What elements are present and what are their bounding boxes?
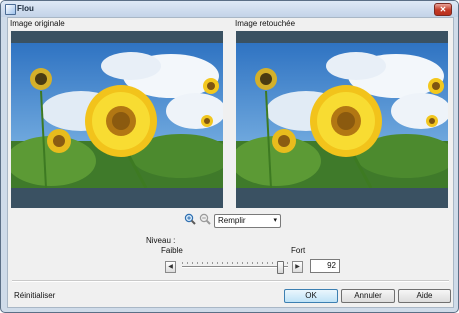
dialog-window: Flou ✕ Image originale Image retouchée R… [0,0,459,313]
level-slider[interactable] [182,261,288,274]
close-button[interactable]: ✕ [434,3,452,16]
retouched-image-label: Image retouchée [235,19,296,28]
level-increase-button[interactable]: ▶ [292,261,303,273]
app-icon [5,4,16,15]
level-decrease-button[interactable]: ◀ [165,261,176,273]
chevron-down-icon: ▾ [273,217,277,224]
slider-ticks [182,262,288,264]
title-bar: Flou ✕ [1,1,458,17]
level-value-field[interactable]: 92 [310,259,340,273]
zoom-mode-value: Remplir [218,216,246,225]
zoom-out-icon[interactable] [199,213,211,227]
level-label: Niveau : [146,236,176,245]
zoom-in-icon[interactable] [184,213,196,227]
original-image-preview [11,31,223,208]
dialog-body: Image originale Image retouchée Remplir … [7,17,454,308]
zoom-mode-select[interactable]: Remplir ▾ [214,214,281,228]
level-value: 92 [327,261,336,270]
reset-link[interactable]: Réinitialiser [14,291,55,300]
slider-thumb[interactable] [276,261,284,274]
level-max-label: Fort [291,246,306,255]
original-image-label: Image originale [10,19,65,28]
ok-button[interactable]: OK [284,289,338,303]
cancel-button[interactable]: Annuler [341,289,395,303]
slider-track-line [182,266,288,267]
window-title: Flou [17,4,34,13]
help-button[interactable]: Aide [398,289,451,303]
footer-separator [12,280,449,282]
retouched-image-preview [236,31,448,208]
level-min-label: Faible [161,246,183,255]
